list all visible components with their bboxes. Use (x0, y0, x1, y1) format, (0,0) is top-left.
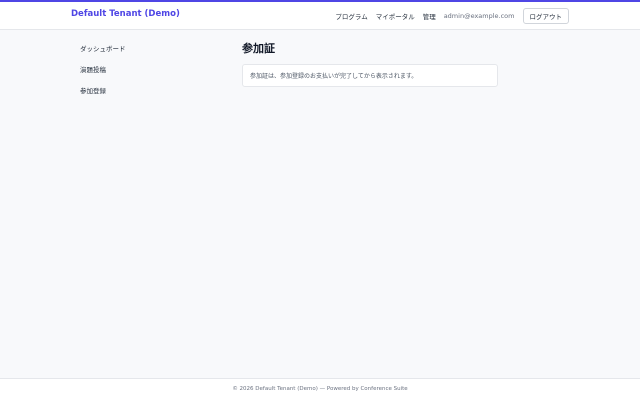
brand-title[interactable]: Default Tenant (Demo) (71, 9, 180, 19)
notice-text: 参加証は、参加登録のお支払いが完了してから表示されます。 (250, 73, 418, 80)
main-content: 参加証 参加証は、参加登録のお支払いが完了してから表示されます。 (242, 40, 498, 87)
header-nav: プログラム マイポータル 管理 admin@example.com ログアウト (335, 8, 569, 24)
page-title: 参加証 (242, 42, 275, 55)
footer: © 2026 Default Tenant (Demo) — Powered b… (0, 378, 640, 400)
top-navigation-bar: Default Tenant (Demo) プログラム マイポータル 管理 ad… (0, 0, 640, 30)
sidebar: ダッシュボード 演題投稿 参加登録 (80, 43, 126, 106)
nav-link-my-portal[interactable]: マイポータル (376, 11, 415, 21)
notice-card: 参加証は、参加登録のお支払いが完了してから表示されます。 (242, 64, 498, 87)
logout-button[interactable]: ログアウト (522, 8, 569, 24)
sidebar-item-abstract-submission[interactable]: 演題投稿 (80, 64, 126, 74)
footer-text: © 2026 Default Tenant (Demo) — Powered b… (232, 386, 408, 392)
nav-link-admin[interactable]: 管理 (423, 11, 436, 21)
nav-link-program[interactable]: プログラム (335, 11, 367, 21)
user-email: admin@example.com (443, 12, 515, 20)
sidebar-item-registration[interactable]: 参加登録 (80, 85, 126, 95)
sidebar-item-dashboard[interactable]: ダッシュボード (80, 43, 126, 53)
